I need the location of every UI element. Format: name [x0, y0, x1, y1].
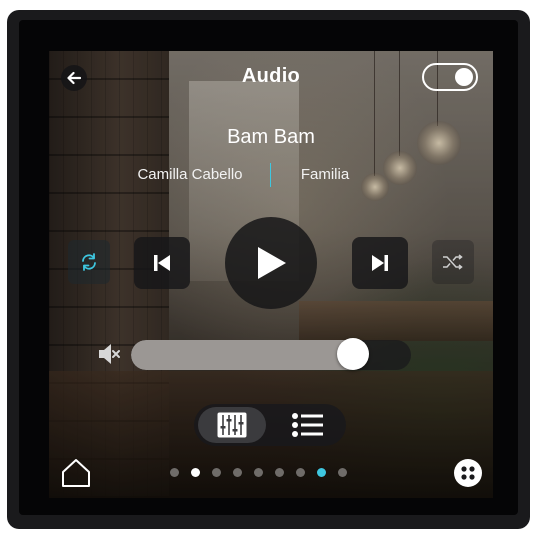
list-icon — [292, 413, 323, 437]
page-dot[interactable] — [338, 468, 347, 477]
page-dot[interactable] — [233, 468, 242, 477]
back-button[interactable] — [61, 65, 87, 91]
volume-fill — [131, 340, 355, 370]
home-icon[interactable] — [60, 457, 92, 489]
repeat-icon — [82, 253, 96, 271]
page-dot[interactable] — [170, 468, 179, 477]
repeat-button[interactable] — [68, 240, 110, 284]
list-view-button[interactable] — [274, 407, 342, 443]
apps-button[interactable] — [454, 459, 482, 487]
speaker-muted-icon[interactable] — [96, 341, 122, 367]
volume-handle[interactable] — [337, 338, 369, 370]
next-track-button[interactable] — [352, 237, 408, 289]
page-dot[interactable] — [296, 468, 305, 477]
track-title: Bam Bam — [227, 126, 315, 148]
page-dot[interactable] — [275, 468, 284, 477]
play-icon — [258, 247, 286, 279]
page-title: Audio — [241, 65, 301, 87]
equalizer-icon — [217, 412, 247, 438]
play-button[interactable] — [225, 217, 317, 309]
page-dot[interactable] — [212, 468, 221, 477]
power-toggle[interactable] — [422, 63, 478, 91]
artist-name: Camilla Cabello — [137, 166, 243, 183]
page-dot[interactable] — [317, 468, 326, 477]
apps-icon — [461, 466, 475, 480]
previous-track-button[interactable] — [134, 237, 190, 289]
page-indicator — [170, 468, 347, 477]
page-dot[interactable] — [191, 468, 200, 477]
view-switch — [194, 404, 346, 446]
shuffle-button[interactable] — [432, 240, 474, 284]
volume-slider[interactable] — [131, 340, 411, 370]
skip-previous-icon — [154, 255, 170, 271]
equalizer-view-button[interactable] — [198, 407, 266, 443]
info-divider — [270, 163, 271, 187]
skip-next-icon — [372, 255, 388, 271]
shuffle-icon — [443, 254, 463, 270]
arrow-left-icon — [67, 71, 81, 85]
album-name: Familia — [300, 166, 350, 183]
page-dot[interactable] — [254, 468, 263, 477]
toggle-knob — [455, 68, 473, 86]
